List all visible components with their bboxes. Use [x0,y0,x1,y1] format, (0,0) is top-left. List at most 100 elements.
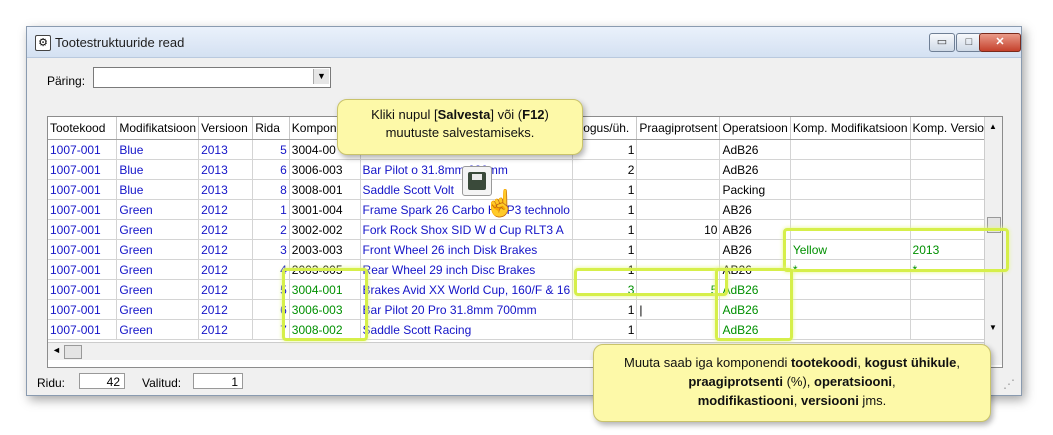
cell-mod[interactable]: Green [116,219,200,240]
cell-qty[interactable]: 1 [572,199,638,220]
cell-scrap[interactable] [636,239,721,260]
cell-qty[interactable]: 1 [572,239,638,260]
cell-code[interactable]: 1007-001 [48,179,118,200]
cell-qty[interactable]: 1 [572,259,638,280]
cell-row[interactable]: 8 [252,179,290,200]
table-row[interactable]: 1007-001 Green 2012 5 3004-001 Brakes Av… [48,279,1002,300]
cell-row[interactable]: 1 [252,199,290,220]
cell-row[interactable]: 2 [252,219,290,240]
scroll-up-icon[interactable]: ▲ [989,122,997,131]
cell-comp-mod[interactable] [790,319,911,340]
cell-code[interactable]: 1007-001 [48,239,118,260]
cell-comp-mod[interactable] [790,299,911,320]
minimize-button[interactable]: ▭ [929,33,955,52]
cell-name[interactable]: Frame Spark 26 Carbo HMP3 technolo [360,199,574,220]
cell-version[interactable]: 2013 [198,179,254,200]
cell-operation[interactable]: AB26 [719,199,791,220]
table-row[interactable]: 1007-001 Blue 2013 8 3008-001 Saddle Sco… [48,179,1002,200]
cell-name[interactable]: Fork Rock Shox SID W d Cup RLT3 A [360,219,574,240]
cell-mod[interactable]: Green [116,319,200,340]
cell-row[interactable]: 5 [252,139,290,160]
cell-name[interactable]: Front Wheel 26 inch Disk Brakes [360,239,574,260]
cell-component[interactable]: 3006-003 [289,159,361,180]
horizontal-scroll-thumb[interactable] [64,345,82,359]
cell-qty[interactable]: 3 [572,279,638,300]
cell-code[interactable]: 1007-001 [48,219,118,240]
cell-comp-mod[interactable] [790,159,911,180]
col-header-comp-mod[interactable]: Komp. Modifikatsioon [790,117,911,140]
cell-row[interactable]: 4 [252,259,290,280]
cell-qty[interactable]: 2 [572,159,638,180]
col-header-code[interactable]: Tootekood [48,117,118,140]
cell-qty[interactable]: 1 [572,219,638,240]
cell-scrap[interactable] [636,159,721,180]
cell-scrap[interactable] [636,259,721,280]
cell-comp-mod[interactable]: * [790,259,911,280]
cell-comp-mod[interactable] [790,219,911,240]
cell-qty[interactable]: 1 [572,319,638,340]
col-header-operation[interactable]: Operatsioon [719,117,791,140]
cell-mod[interactable]: Green [116,239,200,260]
table-row[interactable]: 1007-001 Green 2012 1 3001-004 Frame Spa… [48,199,1002,220]
table-row[interactable]: 1007-001 Green 2012 7 3008-002 Saddle Sc… [48,319,1002,340]
cell-name[interactable]: Rear Wheel 29 inch Disc Brakes [360,259,574,280]
cell-operation[interactable]: AdB26 [719,319,791,340]
cell-component[interactable]: 3008-002 [289,319,361,340]
vertical-scroll-thumb[interactable] [987,217,1001,233]
col-header-row[interactable]: Rida [252,117,290,140]
col-header-scrap[interactable]: Praagiprotsent [636,117,721,140]
cell-scrap[interactable] [636,319,721,340]
cell-operation[interactable]: AB26 [719,219,791,240]
cell-version[interactable]: 2012 [198,299,254,320]
cell-mod[interactable]: Green [116,299,200,320]
cell-name[interactable]: Saddle Scott Racing [360,319,574,340]
cell-component[interactable]: 3006-003 [289,299,361,320]
cell-comp-mod[interactable] [790,199,911,220]
cell-version[interactable]: 2012 [198,199,254,220]
table-row[interactable]: 1007-001 Green 2012 4 2003-005 Rear Whee… [48,259,1002,280]
table-row[interactable]: 1007-001 Green 2012 3 2003-003 Front Whe… [48,239,1002,260]
cell-operation[interactable]: AB26 [719,239,791,260]
col-header-version[interactable]: Versioon [198,117,254,140]
cell-scrap[interactable] [636,199,721,220]
cell-code[interactable]: 1007-001 [48,139,118,160]
cell-scrap[interactable]: | [636,299,721,320]
cell-component[interactable]: 3002-002 [289,219,361,240]
cell-row[interactable]: 7 [252,319,290,340]
cell-component[interactable]: 2003-003 [289,239,361,260]
cell-operation[interactable]: AdB26 [719,299,791,320]
resize-grip-icon[interactable]: ⋰ [1003,377,1015,391]
cell-comp-mod[interactable] [790,179,911,200]
cell-row[interactable]: 6 [252,299,290,320]
table-row[interactable]: 1007-001 Blue 2013 6 3006-003 Bar Pilot … [48,159,1002,180]
cell-code[interactable]: 1007-001 [48,319,118,340]
cell-component[interactable]: 2003-005 [289,259,361,280]
cell-mod[interactable]: Blue [116,159,200,180]
cell-row[interactable]: 6 [252,159,290,180]
cell-operation[interactable]: AdB26 [719,159,791,180]
cell-scrap[interactable] [636,179,721,200]
cell-code[interactable]: 1007-001 [48,279,118,300]
cell-qty[interactable]: 1 [572,179,638,200]
cell-version[interactable]: 2013 [198,159,254,180]
cell-version[interactable]: 2012 [198,239,254,260]
cell-component[interactable]: 3004-001 [289,279,361,300]
cell-mod[interactable]: Green [116,279,200,300]
col-header-mod[interactable]: Modifikatsioon [116,117,200,140]
close-button[interactable]: ✕ [979,33,1021,52]
cell-name[interactable]: Brakes Avid XX World Cup, 160/F & 16 [360,279,574,300]
cell-code[interactable]: 1007-001 [48,199,118,220]
cell-code[interactable]: 1007-001 [48,299,118,320]
cell-code[interactable]: 1007-001 [48,259,118,280]
cell-qty[interactable]: 1 [572,299,638,320]
cell-version[interactable]: 2012 [198,279,254,300]
cell-mod[interactable]: Green [116,259,200,280]
cell-scrap[interactable] [636,139,721,160]
cell-component[interactable]: 3008-001 [289,179,361,200]
cell-code[interactable]: 1007-001 [48,159,118,180]
cell-scrap[interactable]: 10 [636,219,721,240]
table-row[interactable]: 1007-001 Green 2012 2 3002-002 Fork Rock… [48,219,1002,240]
cell-comp-mod[interactable] [790,279,911,300]
cell-row[interactable]: 5 [252,279,290,300]
cell-operation[interactable]: AdB26 [719,139,791,160]
